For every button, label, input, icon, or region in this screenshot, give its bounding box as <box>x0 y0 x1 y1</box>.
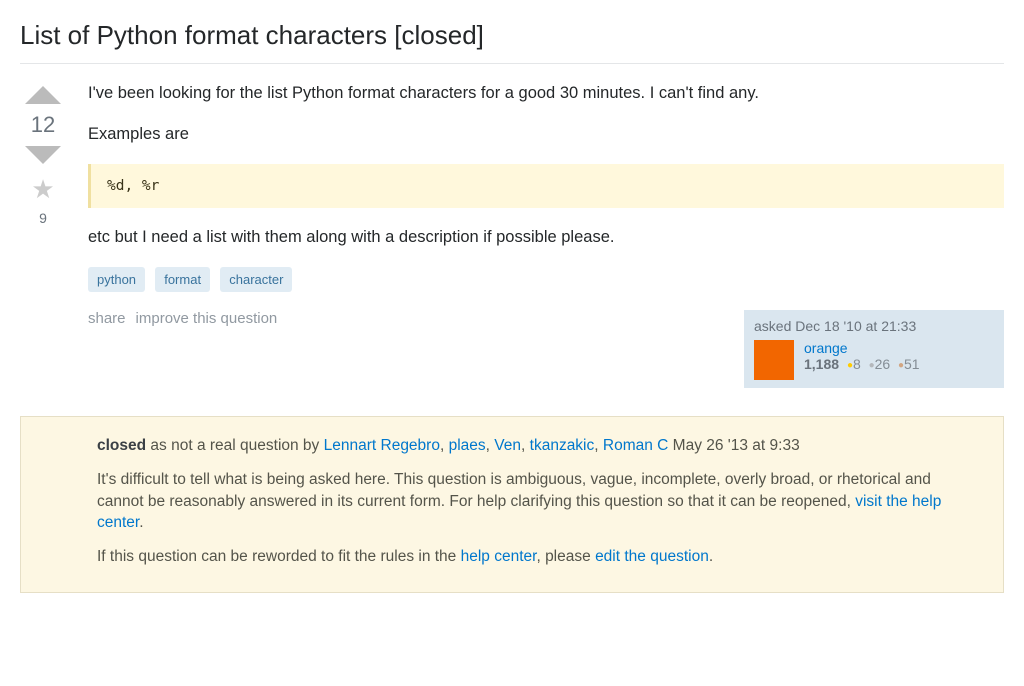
tag-list: python format character <box>88 267 1004 292</box>
author-card: asked Dec 18 '10 at 21:33 orange 1,188 ●… <box>744 310 1004 388</box>
closer-user-link[interactable]: Ven <box>494 437 521 454</box>
closed-label: closed <box>97 437 146 454</box>
closed-reword-hint: If this question can be reworded to fit … <box>97 546 981 568</box>
question-content: I've been looking for the list Python fo… <box>88 82 1004 388</box>
edit-question-link[interactable]: edit the question <box>595 548 709 565</box>
closed-reason-text: It's difficult to tell what is being ask… <box>97 471 931 510</box>
closed-notice: closed as not a real question by Lennart… <box>20 416 1004 592</box>
silver-badge-icon: ● <box>869 360 875 371</box>
help-center-link[interactable]: help center <box>461 548 537 565</box>
closer-user-link[interactable]: plaes <box>449 437 486 454</box>
asked-timestamp: asked Dec 18 '10 at 21:33 <box>754 318 994 334</box>
gold-badge-count: 8 <box>853 356 861 372</box>
upvote-button[interactable] <box>25 86 61 104</box>
question-body-row: 12 ★ 9 I've been looking for the list Py… <box>20 82 1004 388</box>
body-paragraph: etc but I need a list with them along wi… <box>88 226 1004 249</box>
downvote-button[interactable] <box>25 146 61 164</box>
question-actions: share improve this question <box>88 310 277 327</box>
body-paragraph: Examples are <box>88 123 1004 146</box>
closed-headline: closed as not a real question by Lennart… <box>97 435 981 457</box>
vote-column: 12 ★ 9 <box>20 82 66 388</box>
title-divider <box>20 63 1004 64</box>
code-block: %d, %r <box>88 164 1004 208</box>
reputation-score: 1,188 <box>804 356 839 372</box>
bronze-badge-icon: ● <box>898 360 904 371</box>
tag-character[interactable]: character <box>220 267 292 292</box>
share-link[interactable]: share <box>88 310 126 327</box>
closer-user-link[interactable]: Roman C <box>603 437 668 454</box>
closed-date: May 26 '13 at 9:33 <box>668 437 799 454</box>
closer-user-link[interactable]: tkanzakic <box>530 437 595 454</box>
question-title: List of Python format characters [closed… <box>20 20 1004 51</box>
reword-text-b: , please <box>536 548 595 565</box>
author-reputation: 1,188 ●8 ●26 ●51 <box>804 356 920 372</box>
gold-badge-icon: ● <box>847 360 853 371</box>
vote-count: 12 <box>31 112 55 138</box>
tag-python[interactable]: python <box>88 267 145 292</box>
tag-format[interactable]: format <box>155 267 210 292</box>
improve-link[interactable]: improve this question <box>136 310 278 327</box>
closed-as-text: as not a real question by <box>146 437 324 454</box>
closer-user-link[interactable]: Lennart Regebro <box>324 437 440 454</box>
favorite-star-icon[interactable]: ★ <box>31 176 54 202</box>
action-row: share improve this question asked Dec 18… <box>88 310 1004 388</box>
favorite-count: 9 <box>39 210 47 226</box>
closed-reason: It's difficult to tell what is being ask… <box>97 469 981 534</box>
bronze-badge-count: 51 <box>904 356 920 372</box>
avatar[interactable] <box>754 340 794 380</box>
silver-badge-count: 26 <box>875 356 891 372</box>
reword-text-a: If this question can be reworded to fit … <box>97 548 461 565</box>
author-name-link[interactable]: orange <box>804 340 920 356</box>
body-paragraph: I've been looking for the list Python fo… <box>88 82 1004 105</box>
